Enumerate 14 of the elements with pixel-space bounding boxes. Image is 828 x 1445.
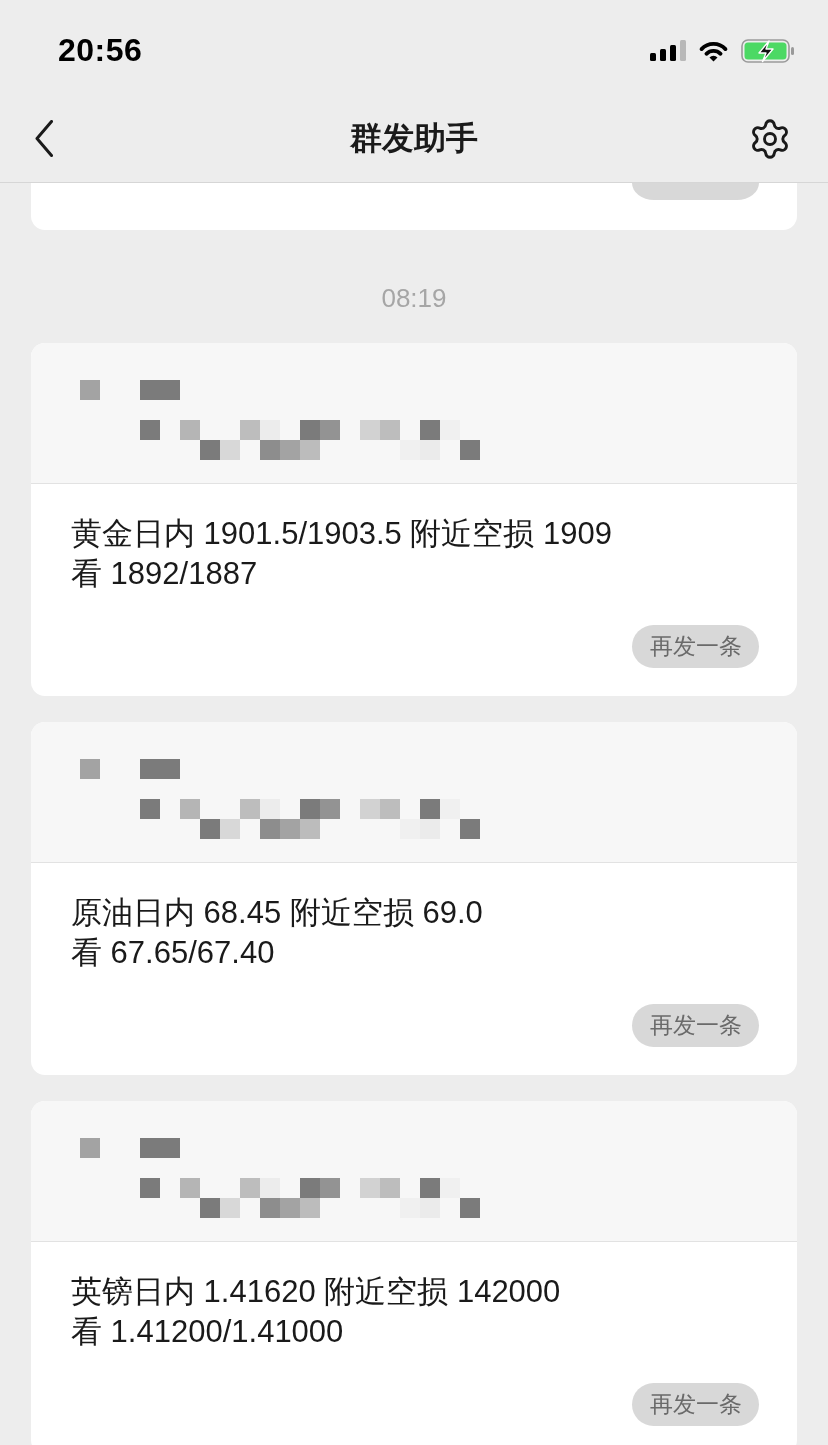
resend-button[interactable]: 再发一条 <box>632 1004 759 1047</box>
resend-button[interactable]: 再发一条 <box>632 625 759 668</box>
page-title: 群发助手 <box>349 118 478 158</box>
back-button[interactable] <box>35 120 53 157</box>
resend-button[interactable]: 再发一条 <box>632 1383 759 1426</box>
signal-icon <box>650 40 686 61</box>
timestamp: 08:19 <box>381 283 447 313</box>
status-time: 20:56 <box>58 32 143 69</box>
message-text: 黄金日内 1901.5/1903.5 附近空损 1909 看 1892/1887 <box>71 515 614 593</box>
wifi-icon <box>698 39 729 62</box>
battery-charging-icon <box>741 38 795 63</box>
message-text: 原油日内 68.45 附近空损 69.0 看 67.65/67.40 <box>71 894 484 972</box>
message-text: 英镑日内 1.41620 附近空损 142000 看 1.41200/1.41000 <box>71 1273 562 1351</box>
chevron-left-icon <box>35 120 53 157</box>
